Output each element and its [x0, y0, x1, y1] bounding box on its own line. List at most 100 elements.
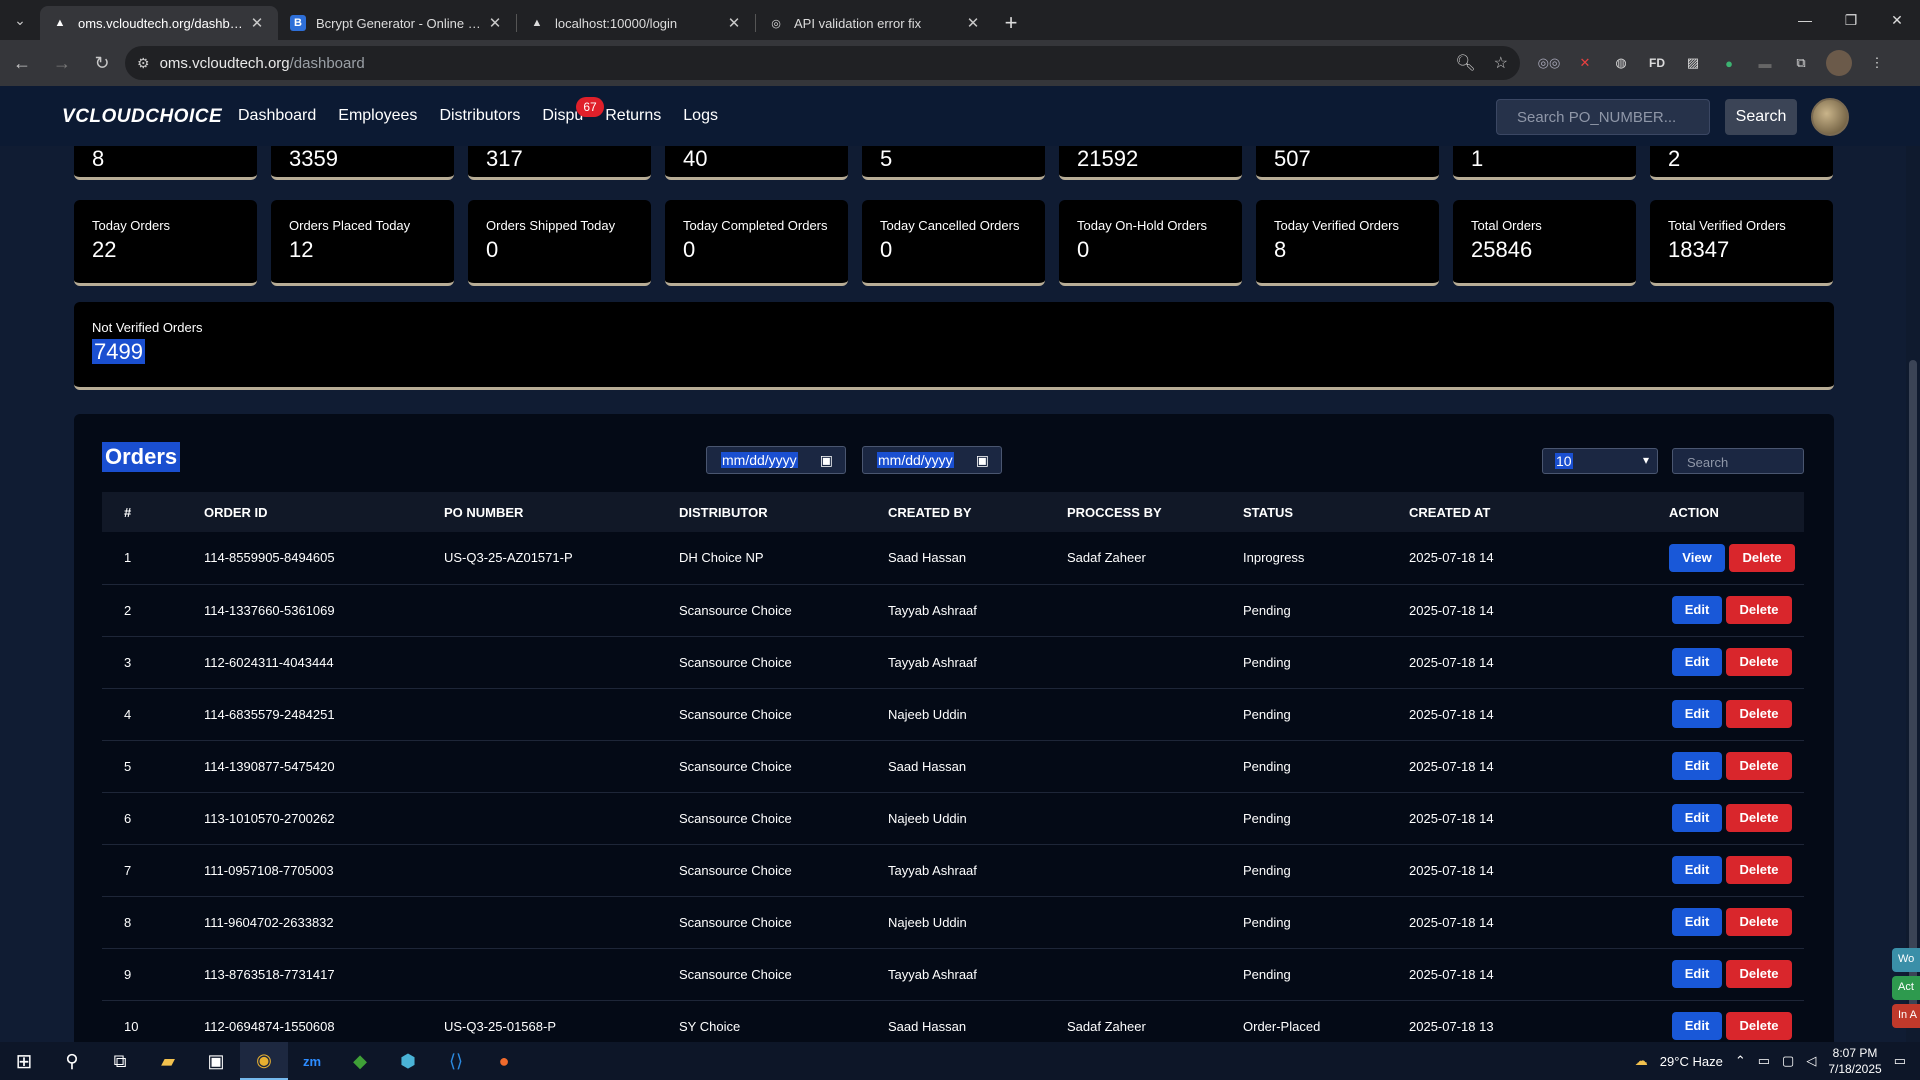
browser-tab[interactable]: ▲ oms.vcloudtech.org/dashboard ✕ [40, 6, 278, 40]
reload-icon[interactable]: ↻ [84, 45, 120, 81]
edit-button[interactable]: Edit [1672, 960, 1722, 988]
delete-button[interactable]: Delete [1726, 752, 1792, 780]
extension-fd-icon[interactable]: FD [1646, 52, 1668, 74]
close-window-icon[interactable]: ✕ [1874, 0, 1920, 40]
tab-search-chevron-icon[interactable]: ⌄ [0, 0, 40, 40]
edit-button[interactable]: Edit [1672, 752, 1722, 780]
start-date-input[interactable]: mm/dd/yyyy ▣ [706, 446, 846, 474]
close-tab-icon[interactable]: ✕ [725, 14, 743, 32]
table-search-input[interactable]: Search [1672, 448, 1804, 474]
search-icon[interactable]: ⚲ [48, 1042, 96, 1080]
nav-returns[interactable]: Returns [605, 107, 661, 125]
delete-button[interactable]: Delete [1726, 960, 1792, 988]
table-row[interactable]: 10 112-0694874-1550608 US-Q3-25-01568-P SY … [102, 1000, 1804, 1042]
extension-glasses-icon[interactable]: ◎◎ [1538, 52, 1561, 74]
table-row[interactable]: 4 114-6835579-2484251 Scansource Choice Naj… [102, 688, 1804, 741]
task-view-icon[interactable]: ⧉ [96, 1042, 144, 1080]
edit-button[interactable]: Edit [1672, 700, 1722, 728]
table-row[interactable]: 1 114-8559905-8494605 US-Q3-25-AZ01571-P DH… [102, 532, 1804, 585]
column-header[interactable]: CREATED AT [1409, 492, 1633, 532]
side-tag[interactable]: In A [1892, 1004, 1920, 1028]
back-arrow-icon[interactable]: ← [4, 45, 40, 81]
edit-button[interactable]: Edit [1672, 596, 1722, 624]
page-scrollbar[interactable] [1906, 146, 1920, 1042]
po-search-input[interactable]: Search PO_NUMBER... [1496, 99, 1710, 135]
nav-logs[interactable]: Logs [683, 107, 718, 125]
network-icon[interactable]: ▢ [1782, 1053, 1794, 1069]
extension-x-icon[interactable]: ✕ [1574, 52, 1596, 74]
user-avatar[interactable] [1811, 98, 1849, 136]
delete-button[interactable]: Delete [1726, 700, 1792, 728]
close-tab-icon[interactable]: ✕ [486, 14, 504, 32]
edit-button[interactable]: Edit [1672, 856, 1722, 884]
column-header[interactable]: DISTRIBUTOR [679, 492, 888, 532]
edit-button[interactable]: Edit [1672, 648, 1722, 676]
nav-dashboard[interactable]: Dashboard [238, 107, 316, 125]
column-header[interactable]: PROCCESS BY [1067, 492, 1243, 532]
windows-start-icon[interactable]: ⊞ [0, 1042, 48, 1080]
table-row[interactable]: 3 112-6024311-4043444 Scansource Choice Tay… [102, 636, 1804, 689]
delete-button[interactable]: Delete [1729, 543, 1795, 572]
table-row[interactable]: 5 114-1390877-5475420 Scansource Choice Saa… [102, 740, 1804, 793]
browser-tab[interactable]: B Bcrypt Generator - Online Hash ✕ [278, 6, 516, 40]
forward-arrow-icon[interactable]: → [44, 45, 80, 81]
column-header[interactable]: CREATED BY [888, 492, 1067, 532]
side-tag[interactable]: Wo [1892, 948, 1920, 972]
edit-button[interactable]: Edit [1672, 908, 1722, 936]
restore-icon[interactable]: ❐ [1828, 0, 1874, 40]
site-info-icon[interactable]: ⚙ [137, 55, 150, 72]
new-tab-button[interactable]: + [994, 6, 1028, 40]
delete-button[interactable]: Delete [1726, 856, 1792, 884]
delete-button[interactable]: Delete [1726, 596, 1792, 624]
extension-green-icon[interactable]: ● [1718, 52, 1740, 74]
extensions-puzzle-icon[interactable]: ⧉ [1790, 52, 1812, 74]
vscode-icon[interactable]: ⟨⟩ [432, 1042, 480, 1080]
column-header[interactable]: PO NUMBER [444, 492, 679, 532]
postman-icon[interactable]: ● [480, 1042, 528, 1080]
table-row[interactable]: 9 113-8763518-7731417 Scansource Choice Tay… [102, 948, 1804, 1001]
browser-profile-avatar[interactable] [1826, 50, 1852, 76]
zoom-icon[interactable]: 🔍︎ [1455, 53, 1475, 73]
extension-globe-icon[interactable]: ◍ [1610, 52, 1632, 74]
extension-image-icon[interactable]: ▨ [1682, 52, 1704, 74]
weather-icon[interactable]: ☁ [1635, 1053, 1648, 1069]
zoom-app-icon[interactable]: zm [288, 1042, 336, 1080]
volume-icon[interactable]: ◁ [1806, 1053, 1816, 1069]
browser-tab[interactable]: ▲ localhost:10000/login ✕ [517, 6, 755, 40]
table-row[interactable]: 6 113-1010570-2700262 Scansource Choice Naj… [102, 792, 1804, 845]
end-date-input[interactable]: mm/dd/yyyy ▣ [862, 446, 1002, 474]
delete-button[interactable]: Delete [1726, 1012, 1792, 1040]
bookmark-star-icon[interactable]: ☆ [1494, 53, 1508, 73]
table-row[interactable]: 2 114-1337660-5361069 Scansource Choice Tay… [102, 584, 1804, 637]
column-header[interactable]: STATUS [1243, 492, 1409, 532]
file-explorer-icon[interactable]: ▰ [144, 1042, 192, 1080]
delete-button[interactable]: Delete [1726, 908, 1792, 936]
calendar-icon[interactable]: ▣ [976, 452, 989, 469]
app-hex-icon[interactable]: ⬢ [384, 1042, 432, 1080]
chrome-icon[interactable]: ◉ [240, 1042, 288, 1080]
address-bar[interactable]: ⚙ oms.vcloudtech.org/dashboard 🔍︎ ☆ [125, 46, 1520, 80]
notifications-icon[interactable]: ▭ [1894, 1053, 1906, 1069]
column-header[interactable]: # [102, 492, 204, 532]
nav-disputes[interactable]: Dispu 67 [542, 97, 604, 125]
tray-chevron-up-icon[interactable]: ⌃ [1735, 1053, 1746, 1069]
table-row[interactable]: 7 111-0957108-7705003 Scansource Choice Tay… [102, 844, 1804, 897]
weather-text[interactable]: 29°C Haze [1660, 1054, 1723, 1069]
column-header[interactable]: ORDER ID [204, 492, 444, 532]
calendar-icon[interactable]: ▣ [820, 452, 833, 469]
close-tab-icon[interactable]: ✕ [964, 14, 982, 32]
view-button[interactable]: View [1669, 543, 1725, 572]
page-size-select[interactable]: 10 ▾ [1542, 448, 1658, 474]
column-header[interactable]: ACTION [1633, 492, 1804, 532]
table-row[interactable]: 8 111-9604702-2633832 Scansource Choice Naj… [102, 896, 1804, 949]
edit-button[interactable]: Edit [1672, 1012, 1722, 1040]
browser-menu-icon[interactable]: ⋮ [1866, 52, 1888, 74]
minimize-icon[interactable]: — [1782, 0, 1828, 40]
close-tab-icon[interactable]: ✕ [248, 14, 266, 32]
browser-tab[interactable]: ◎ API validation error fix ✕ [756, 6, 994, 40]
store-icon[interactable]: ▣ [192, 1042, 240, 1080]
battery-icon[interactable]: ▭ [1758, 1053, 1770, 1069]
delete-button[interactable]: Delete [1726, 648, 1792, 676]
po-search-button[interactable]: Search [1725, 99, 1797, 135]
delete-button[interactable]: Delete [1726, 804, 1792, 832]
